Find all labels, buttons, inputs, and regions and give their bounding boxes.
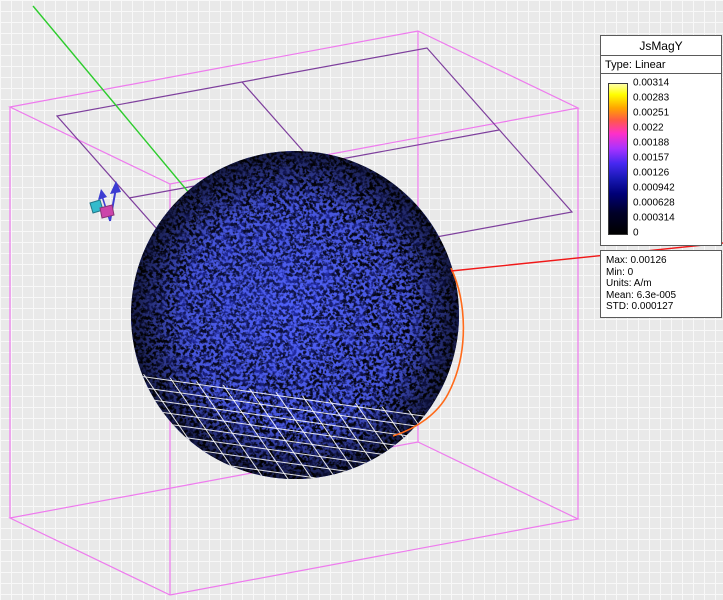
legend-title: JsMagY: [601, 36, 721, 56]
colorbar-tick: 0.00157: [633, 153, 669, 164]
colorbar-row: 0.00314 0.00283 0.00251 0.0022 0.00188 0…: [601, 74, 721, 245]
port-arrow-head-2: [98, 189, 107, 200]
sphere-field-plot[interactable]: [125, 145, 465, 485]
colorbar-tick: 0.00283: [633, 93, 669, 104]
y-axis-line: [33, 6, 205, 212]
field-stats-panel: Max: 0.00126 Min: 0 Units: A/m Mean: 6.3…: [600, 250, 722, 318]
port-arrow-head-1: [110, 181, 121, 194]
colorbar-tick: 0.000628: [633, 198, 675, 209]
colorbar-tick: 0.00188: [633, 138, 669, 149]
port-marker[interactable]: [90, 181, 121, 221]
colorbar-gradient[interactable]: [608, 83, 628, 235]
colorbar-tick: 0: [633, 228, 639, 239]
colorbar-tick: 0.000942: [633, 183, 675, 194]
colorbar-tick: 0.000314: [633, 213, 675, 224]
stat-min: Min: 0: [606, 267, 716, 279]
colorbar-tick: 0.00251: [633, 108, 669, 119]
stat-max: Max: 0.00126: [606, 255, 716, 267]
stat-units: Units: A/m: [606, 278, 716, 290]
legend-scale-type: Type: Linear: [601, 56, 721, 74]
colorbar-legend-panel: JsMagY Type: Linear 0.00314 0.00283 0.00…: [600, 35, 722, 246]
colorbar-ticks: 0.00314 0.00283 0.00251 0.0022 0.00188 0…: [633, 83, 716, 233]
stat-std: STD: 0.000127: [606, 301, 716, 313]
colorbar-tick: 0.0022: [633, 123, 664, 134]
colorbar-tick: 0.00314: [633, 78, 669, 89]
colorbar-tick: 0.00126: [633, 168, 669, 179]
stat-mean: Mean: 6.3e-005: [606, 290, 716, 302]
